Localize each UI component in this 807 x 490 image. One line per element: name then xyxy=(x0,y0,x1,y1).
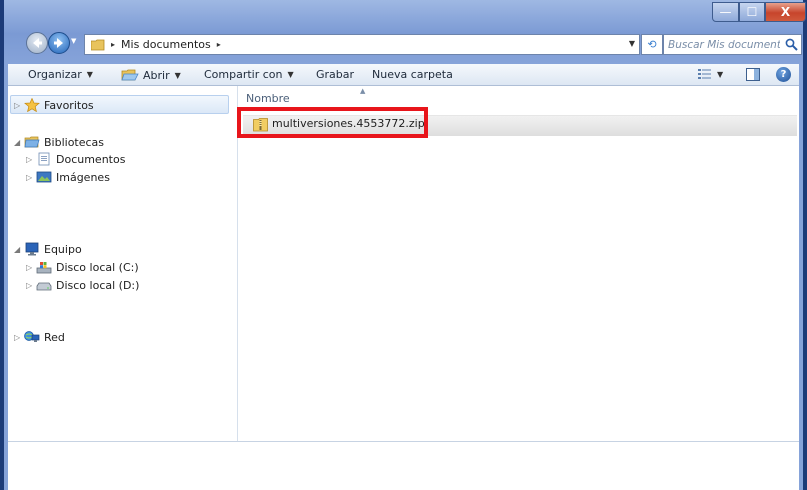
command-bar: Organizar ▼ Abrir ▼ Compartir con ▼ Grab… xyxy=(8,64,799,86)
refresh-button[interactable]: ⟲ xyxy=(641,34,663,55)
nav-label: Equipo xyxy=(44,242,82,256)
file-list xyxy=(238,86,799,441)
breadcrumb-separator[interactable]: ▸ xyxy=(111,40,115,49)
nav-label: Documentos xyxy=(56,152,126,166)
nav-label: Disco local (C:) xyxy=(56,260,139,274)
details-pane xyxy=(8,441,799,490)
folder-icon xyxy=(90,39,105,51)
breadcrumb-separator[interactable]: ▸ xyxy=(217,40,221,49)
expand-icon[interactable]: ▷ xyxy=(26,155,36,164)
hard-drive-icon xyxy=(36,278,52,292)
star-icon xyxy=(24,97,40,113)
organize-menu[interactable]: Organizar ▼ xyxy=(28,68,93,81)
forward-arrow-icon xyxy=(54,38,63,48)
nav-item-libraries[interactable]: ◢ Bibliotecas xyxy=(14,135,104,149)
expand-icon[interactable]: ▷ xyxy=(14,333,24,342)
column-header-name[interactable]: Nombre xyxy=(246,92,290,105)
back-arrow-icon xyxy=(33,38,42,48)
nav-item-disk-c[interactable]: ▷ Disco local (C:) xyxy=(26,260,139,274)
nav-item-images[interactable]: ▷ Imágenes xyxy=(26,170,110,184)
search-placeholder: Buscar Mis documentos xyxy=(668,38,780,51)
documents-icon xyxy=(36,152,52,166)
nav-label: Disco local (D:) xyxy=(56,278,140,292)
system-drive-icon xyxy=(36,260,52,274)
minimize-button[interactable]: — xyxy=(712,2,739,22)
chevron-down-icon: ▼ xyxy=(86,70,93,79)
open-menu[interactable]: Abrir ▼ xyxy=(121,68,181,82)
collapse-icon[interactable]: ◢ xyxy=(14,138,24,147)
expand-icon[interactable]: ▷ xyxy=(26,281,36,290)
expand-icon[interactable]: ▷ xyxy=(14,101,24,110)
help-icon: ? xyxy=(776,67,791,82)
address-bar[interactable]: ▸ Mis documentos ▸ ▼ xyxy=(84,34,640,55)
nav-item-disk-d[interactable]: ▷ Disco local (D:) xyxy=(26,278,139,292)
highlight-annotation xyxy=(237,107,428,138)
refresh-icon: ⟲ xyxy=(647,38,657,51)
back-button[interactable] xyxy=(26,32,48,54)
search-icon[interactable] xyxy=(785,38,798,51)
nav-label: Red xyxy=(44,330,65,344)
minimize-icon: — xyxy=(719,5,732,19)
expand-icon[interactable]: ▷ xyxy=(26,263,36,272)
open-folder-icon xyxy=(121,69,139,81)
nav-label: Bibliotecas xyxy=(44,135,105,149)
help-button[interactable]: ? xyxy=(776,67,791,82)
collapse-icon[interactable]: ◢ xyxy=(14,245,24,254)
nav-label: Imágenes xyxy=(56,170,110,184)
sort-ascending-icon: ▲ xyxy=(360,87,366,95)
address-dropdown-icon[interactable]: ▼ xyxy=(629,39,635,48)
preview-pane-icon xyxy=(746,68,760,81)
view-options-icon xyxy=(698,69,711,79)
chevron-down-icon: ▼ xyxy=(717,69,724,79)
chevron-down-icon: ▼ xyxy=(287,70,294,79)
expand-icon[interactable]: ▷ xyxy=(26,173,36,182)
share-menu[interactable]: Compartir con ▼ xyxy=(204,68,294,81)
preview-pane-button[interactable] xyxy=(746,68,760,81)
maximize-button[interactable]: ☐ xyxy=(739,2,765,22)
organize-label: Organizar xyxy=(28,68,82,81)
nav-item-computer[interactable]: ◢ Equipo xyxy=(14,242,82,256)
images-icon xyxy=(36,170,52,184)
nav-label: Favoritos xyxy=(44,98,94,112)
nav-item-favorites[interactable]: ▷ Favoritos xyxy=(14,97,94,113)
chevron-down-icon: ▼ xyxy=(71,37,77,45)
change-view-button[interactable]: ▼ xyxy=(698,68,723,80)
libraries-icon xyxy=(24,135,40,149)
new-folder-label: Nueva carpeta xyxy=(372,68,453,81)
network-icon xyxy=(24,330,40,344)
open-label: Abrir xyxy=(143,68,170,82)
breadcrumb-item[interactable]: Mis documentos xyxy=(121,38,211,51)
recent-pages-button[interactable]: ▼ xyxy=(71,37,81,47)
share-label: Compartir con xyxy=(204,68,283,81)
close-button[interactable]: X xyxy=(765,2,806,22)
search-input[interactable]: Buscar Mis documentos xyxy=(663,34,802,55)
burn-button[interactable]: Grabar xyxy=(316,68,354,81)
maximize-icon: ☐ xyxy=(746,5,758,19)
forward-button[interactable] xyxy=(48,32,70,54)
chevron-down-icon: ▼ xyxy=(174,70,181,80)
burn-label: Grabar xyxy=(316,68,355,81)
nav-item-documents[interactable]: ▷ Documentos xyxy=(26,152,125,166)
computer-icon xyxy=(24,242,40,256)
close-icon: X xyxy=(780,5,791,19)
nav-item-network[interactable]: ▷ Red xyxy=(14,330,65,344)
new-folder-button[interactable]: Nueva carpeta xyxy=(372,68,453,81)
